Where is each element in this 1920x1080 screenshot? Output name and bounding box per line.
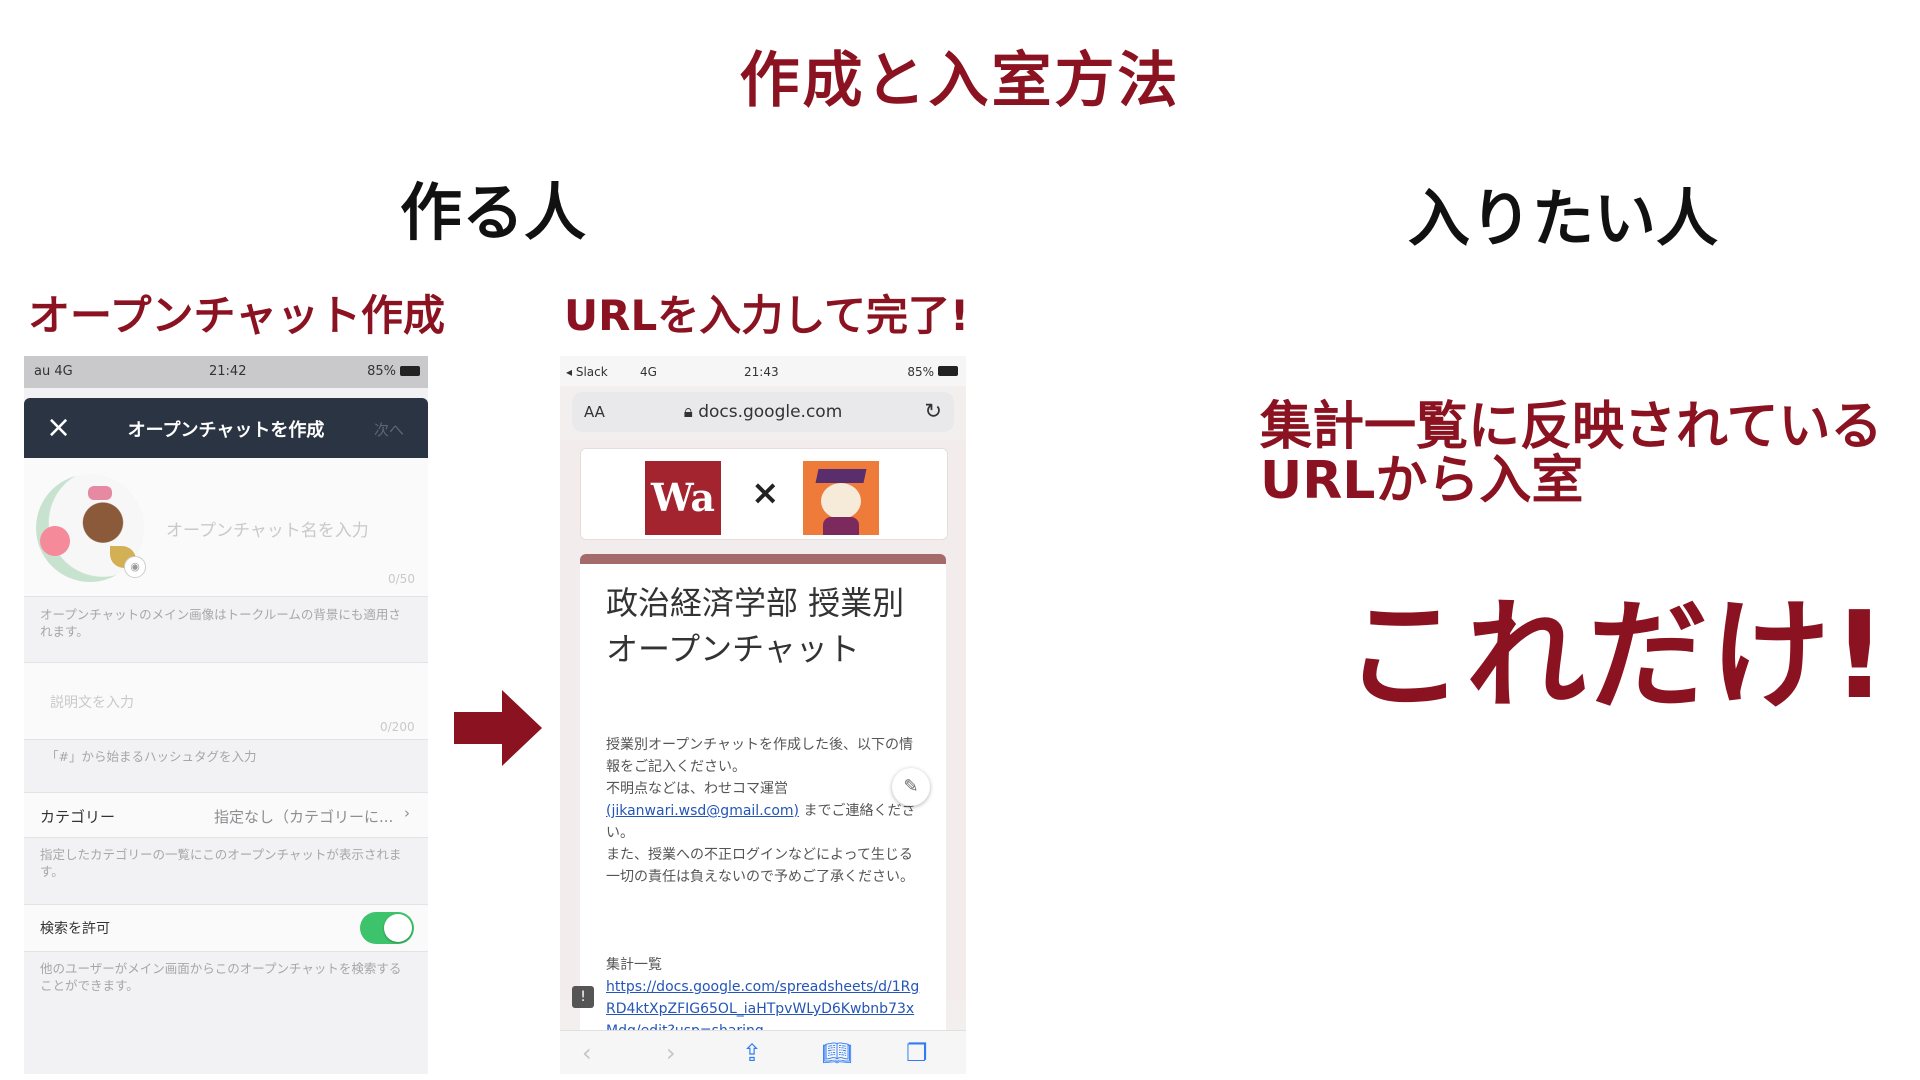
summary-label: 集計一覧 [606,957,662,973]
desc-line: 不明点などは、わせコマ運営 [606,778,926,800]
nav-bar: × オープンチャットを作成 次へ [24,398,428,458]
joiner-line1: 集計一覧に反映されている [1260,397,1883,457]
joiner-line2: URLから入室 [1260,451,1584,511]
description-input[interactable]: 説明文を入力 [50,692,134,712]
feedback-icon[interactable]: ! [572,986,594,1008]
reload-icon[interactable]: ↻ [924,399,942,423]
bookmarks-icon[interactable]: 📖︎ [822,1039,852,1067]
nav-title: オープンチャットを作成 [127,420,325,441]
bow-shape [88,486,112,500]
chevron-right-icon[interactable]: › [404,804,410,822]
battery-text: 85% [907,365,934,379]
url-host[interactable]: 🔒︎ docs.google.com [572,402,954,422]
url-bar[interactable]: AA 🔒︎ docs.google.com ↻ [572,392,954,432]
desc-text: 不明点などは、わせコマ運営 [606,781,788,797]
name-count: 0/50 [388,572,415,586]
edit-pencil-icon[interactable]: ✎ [892,768,930,806]
carrier-text: au 4G [34,364,73,379]
battery-text: 85% [367,364,396,379]
status-bar: ◂ Slack 4G 21:43 85% [560,356,966,386]
joiner-instruction: 集計一覧に反映されている URLから入室 [1260,400,1900,508]
divider [24,739,428,740]
slide-title: 作成と入室方法 [739,46,1181,116]
hashtag-input[interactable]: 「#」から始まるハッシュタグを入力 [46,748,256,765]
network-text: 4G [640,365,657,379]
step1-label: オープンチャット作成 [28,291,446,340]
description-count: 0/200 [380,720,415,734]
share-icon[interactable]: ⇪ [742,1039,762,1067]
image-note: オープンチャットのメイン画像はトークルームの背景にも適用されます。 [40,607,401,639]
lock-icon: 🔒︎ [683,402,693,422]
search-note: 他のユーザーがメイン画面からこのオープンチャットを検索することができます。 [40,961,402,993]
phone-screenshot-form: ◂ Slack 4G 21:43 85% AA 🔒︎ docs.google.c… [560,356,966,1074]
desc-line: (jikanwari.wsd@gmail.com) までご連絡ください。 [606,800,926,844]
form-card: 政治経済学部 授業別オープンチャット 授業別オープンチャットを作成した後、以下の… [580,554,946,1074]
graduation-cap [815,469,867,483]
bear-face [821,483,861,519]
camera-icon[interactable]: ◉ [124,556,146,578]
category-label: カテゴリー [40,808,116,826]
back-arrow-icon[interactable]: ‹ [582,1039,592,1067]
only-this-text: これだけ! [1344,587,1889,726]
right-arrow-icon [454,690,542,766]
heading-maker: 作る人 [400,176,587,249]
divider [24,951,428,952]
bear-mascot-logo [803,461,879,535]
divider [24,837,428,838]
status-bar: au 4G 21:42 85% [24,356,428,388]
bear-body [823,517,859,535]
toggle-knob [384,914,412,942]
forward-arrow-icon[interactable]: › [666,1039,676,1067]
phone-screenshot-line: au 4G 21:42 85% × オープンチャットを作成 次へ ◉ オープンチ… [24,356,428,1074]
url-host-text: docs.google.com [698,402,843,422]
form-description: 授業別オープンチャットを作成した後、以下の情報をご記入ください。 不明点などは、… [606,734,926,888]
email-link[interactable]: (jikanwari.wsd@gmail.com) [606,803,799,819]
tabs-icon[interactable]: ❐ [906,1039,928,1067]
heading-joiner: 入りたい人 [1408,182,1719,255]
category-value[interactable]: 指定なし（カテゴリーに... [214,806,393,827]
desc-line: 授業別オープンチャットを作成した後、以下の情報をご記入ください。 [606,737,914,775]
search-label: 検索を許可 [40,921,110,937]
battery-icon [938,366,958,376]
search-toggle[interactable] [360,912,414,944]
category-note: 指定したカテゴリーの一覧にこのオープンチャットが表示されます。 [40,847,402,879]
next-button[interactable]: 次へ [374,419,404,440]
desc-line: また、授業への不正ログインなどによって生じる一切の責任は負えないので予めご了承く… [606,847,914,885]
time-text: 21:42 [209,364,247,379]
wasekoma-logo: Wa [645,461,721,535]
time-text: 21:43 [744,365,779,379]
form-title: 政治経済学部 授業別オープンチャット [606,584,905,668]
times-sign: × [751,473,780,513]
logo-card: Wa × [580,448,948,540]
chat-name-input[interactable]: オープンチャット名を入力 [166,516,369,541]
back-to-slack[interactable]: ◂ Slack [566,365,608,379]
browser-toolbar: ‹ › ⇪ 📖︎ ❐ [560,1030,966,1074]
divider [24,596,428,597]
battery-icon [400,366,420,376]
flower-shape [40,526,70,556]
step2-label: URLを入力して完了! [564,291,970,340]
